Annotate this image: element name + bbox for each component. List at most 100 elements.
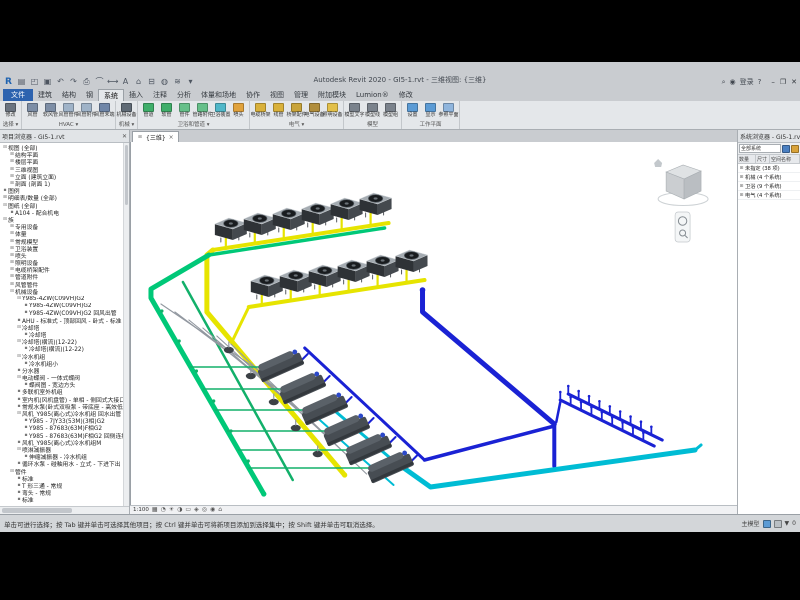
thin-lines-icon[interactable]: ≋: [172, 77, 183, 87]
worksets-icon[interactable]: [763, 520, 771, 528]
ribbon-tool-卫浴装置[interactable]: 卫浴装置: [212, 102, 229, 122]
minimize-button[interactable]: –: [771, 78, 775, 86]
ribbon-tool-喷头[interactable]: 喷头: [230, 102, 247, 122]
restore-button[interactable]: ❐: [780, 78, 786, 86]
customize-qat-icon[interactable]: ▾: [185, 77, 196, 87]
ribbon-tool-管路附件[interactable]: 管路附件: [194, 102, 211, 122]
ribbon-tool-管件[interactable]: 管件: [176, 102, 193, 122]
view-scale[interactable]: 1:100: [133, 507, 149, 513]
autofit-columns-icon[interactable]: [782, 145, 790, 153]
crop-region-icon[interactable]: ◈: [194, 506, 199, 514]
ribbon-tool-风管管件[interactable]: 风管管件: [60, 102, 77, 122]
print-icon[interactable]: ⎙: [81, 77, 92, 87]
shadows-icon[interactable]: ◑: [177, 506, 182, 514]
tree-item[interactable]: ⊟ Y985-4ZW(C09VH)G2: [0, 295, 123, 302]
file-menu-icon[interactable]: ▤: [16, 77, 27, 87]
ribbon-tab[interactable]: 管理: [289, 89, 313, 101]
search-icon[interactable]: ⌕: [722, 78, 726, 87]
tree-expand-icon[interactable]: ⊞: [739, 175, 744, 180]
tree-item[interactable]: ⊟ 冷水机组: [0, 352, 123, 359]
filter-icon[interactable]: ▼: [785, 520, 790, 527]
main-model-dropdown[interactable]: 主模型: [742, 519, 760, 528]
crop-view-icon[interactable]: ▭: [185, 506, 191, 514]
ribbon-tool-设置[interactable]: 设置: [404, 102, 421, 122]
view-tab-close-icon[interactable]: ×: [169, 134, 174, 141]
design-options-icon[interactable]: [774, 520, 782, 528]
file-tab[interactable]: 文件: [3, 89, 33, 101]
ribbon-tab[interactable]: 分析: [172, 89, 196, 101]
detail-level-icon[interactable]: ▦: [152, 506, 158, 514]
ribbon-tool-风管附件[interactable]: 风管附件: [78, 102, 95, 122]
tree-item[interactable]: ▪ AHU - 标准式 - 顶部回风 - 卧式 - 标准 - 2000 - 10…: [0, 317, 123, 324]
revit-logo[interactable]: R: [3, 77, 14, 87]
ribbon-tool-软风管[interactable]: 软风管: [42, 102, 59, 122]
undo-icon[interactable]: ↶: [55, 77, 66, 87]
account-icon[interactable]: ◉: [730, 78, 736, 86]
tree-expand-icon[interactable]: ⊞: [739, 193, 744, 198]
tree-item[interactable]: ▪ 冷却塔(横流)(12-22): [0, 345, 123, 352]
system-row[interactable]: ⊞ 电气 (4 个系统): [738, 191, 800, 200]
tree-item[interactable]: ⊟ 机械设备: [0, 288, 123, 295]
ribbon-tool-参照平面[interactable]: 参照平面: [440, 102, 457, 122]
drawing-canvas[interactable]: [130, 142, 737, 505]
chiller-unit[interactable]: [277, 370, 326, 405]
analytical-model-icon[interactable]: ⌂: [218, 506, 222, 514]
ribbon-tool-模型文字[interactable]: 模型文字: [346, 102, 363, 122]
visual-style-icon[interactable]: ◔: [161, 506, 166, 514]
tree-item[interactable]: ▪ 冷水机组小: [0, 360, 123, 367]
measure-icon[interactable]: ⌒: [94, 77, 105, 87]
pipes-manifold-blue[interactable]: [556, 394, 662, 446]
close-button[interactable]: ✕: [791, 78, 797, 86]
ribbon-tool-显示[interactable]: 显示: [422, 102, 439, 122]
text-icon[interactable]: A: [120, 77, 131, 87]
project-browser-hscrollbar[interactable]: [0, 506, 129, 514]
ribbon-tab[interactable]: 结构: [57, 89, 81, 101]
ribbon-tool-风管[interactable]: 风管: [24, 102, 41, 122]
ribbon-tool-线管[interactable]: 线管: [270, 102, 287, 122]
sun-path-icon[interactable]: ☀: [169, 506, 174, 514]
aligned-dimension-icon[interactable]: ⟷: [107, 77, 118, 87]
ribbon-tab[interactable]: 建筑: [33, 89, 57, 101]
tree-item[interactable]: ▪ 风机_Y985(离心式)冷水机组M: [0, 439, 123, 446]
section-icon[interactable]: ⊟: [146, 77, 157, 87]
tree-item[interactable]: ▪ 标准: [0, 496, 123, 503]
ribbon-tool-修改[interactable]: 修改: [2, 102, 19, 122]
ribbon-tool-电气设备[interactable]: 电气设备: [306, 102, 323, 122]
tree-expand-icon[interactable]: ⊞: [739, 166, 744, 171]
ribbon-tab[interactable]: 协作: [241, 89, 265, 101]
tree-item[interactable]: ⊟ 管件: [0, 467, 123, 474]
systems-dropdown[interactable]: 全部系统: [739, 144, 781, 153]
ribbon-tab[interactable]: 注释: [148, 89, 172, 101]
ribbon-tool-风管末端[interactable]: 风管末端: [96, 102, 113, 122]
redo-icon[interactable]: ↷: [68, 77, 79, 87]
tree-item[interactable]: ▪ A104 - 配合机电: [0, 209, 123, 216]
tree-expand-icon[interactable]: ⊞: [739, 184, 744, 189]
project-browser-close-icon[interactable]: ✕: [122, 133, 127, 140]
ribbon-tool-照明设备[interactable]: 照明设备: [324, 102, 341, 122]
ribbon-tab[interactable]: 系统: [98, 89, 124, 101]
save-icon[interactable]: ▣: [42, 77, 53, 87]
project-browser-vscrollbar[interactable]: [123, 143, 129, 506]
column-settings-icon[interactable]: [791, 145, 799, 153]
navigation-bar[interactable]: [675, 212, 690, 242]
ribbon-tab[interactable]: 插入: [124, 89, 148, 101]
default-3d-view-icon[interactable]: ⌂: [133, 77, 144, 87]
view-cube[interactable]: [654, 159, 708, 206]
ribbon-tool-电缆桥架[interactable]: 电缆桥架: [252, 102, 269, 122]
ribbon-tool-软管[interactable]: 软管: [158, 102, 175, 122]
tree-item[interactable]: ▪ 弯头 - 常规: [0, 489, 123, 496]
view-tab-3d[interactable]: ⊞ {三维} ×: [132, 131, 179, 142]
sign-in-button[interactable]: 登录: [740, 77, 754, 87]
ribbon-tab[interactable]: 钢: [81, 89, 98, 101]
ribbon-tab[interactable]: 视图: [265, 89, 289, 101]
ribbon-tab[interactable]: 附加模块: [313, 89, 351, 101]
chiller-unit[interactable]: [299, 391, 348, 426]
ribbon-tool-模型线[interactable]: 模型线: [364, 102, 381, 122]
ribbon-tool-桥架配件[interactable]: 桥架配件: [288, 102, 305, 122]
system-row[interactable]: ⊞ 卫浴 (9 个系统): [738, 182, 800, 191]
open-icon[interactable]: ◰: [29, 77, 40, 87]
tree-item[interactable]: ⊟ 冷却塔: [0, 324, 123, 331]
system-row[interactable]: ⊞ 机械 (4 个系统): [738, 173, 800, 182]
reveal-hidden-icon[interactable]: ◉: [210, 506, 215, 514]
ribbon-tool-管道[interactable]: 管道: [140, 102, 157, 122]
